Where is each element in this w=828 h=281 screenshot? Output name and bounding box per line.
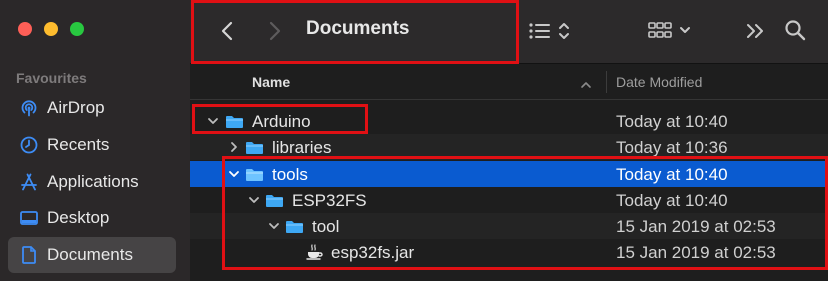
chevron-right-icon [269, 21, 281, 41]
file-name: tool [312, 217, 340, 236]
jar-file-icon [305, 244, 323, 260]
file-date: Today at 10:40 [616, 165, 728, 184]
chevron-left-icon [221, 21, 233, 41]
file-date: Today at 10:40 [616, 112, 728, 131]
desktop-icon [18, 209, 40, 227]
more-toolbar-button[interactable] [743, 18, 767, 44]
back-button[interactable] [216, 18, 238, 44]
close-window-button[interactable] [18, 22, 32, 36]
column-name-header[interactable]: Name [252, 74, 290, 90]
folder-icon [225, 114, 244, 129]
column-header: Name Date Modified [190, 64, 828, 100]
search-button[interactable] [782, 17, 808, 43]
chevron-down-icon[interactable] [268, 220, 280, 232]
sort-chevron-icon[interactable] [580, 76, 592, 94]
file-date: 15 Jan 2019 at 02:53 [616, 217, 776, 236]
window-title: Documents [306, 18, 410, 39]
applications-icon [18, 172, 40, 192]
grid-icon [648, 22, 690, 38]
toolbar: Documents [190, 0, 828, 64]
file-row-arduino[interactable]: Arduino Today at 10:40 [190, 108, 828, 134]
sidebar-heading-favourites: Favourites [16, 70, 87, 86]
sidebar-item-label: Applications [47, 172, 139, 191]
file-row-tools[interactable]: tools Today at 10:40 [190, 161, 828, 187]
double-chevron-icon [747, 24, 763, 38]
folder-icon [285, 219, 304, 234]
sidebar-item-recents[interactable]: Recents [8, 127, 176, 163]
document-icon [18, 245, 40, 265]
search-icon [785, 20, 806, 41]
sidebar-item-label: Recents [47, 135, 110, 154]
chevron-right-icon[interactable] [228, 141, 240, 153]
clock-icon [18, 135, 40, 155]
group-button[interactable] [646, 18, 696, 44]
column-date-modified-header[interactable]: Date Modified [616, 74, 702, 90]
chevron-down-icon[interactable] [248, 194, 260, 206]
forward-button[interactable] [264, 18, 286, 44]
folder-icon [265, 193, 284, 208]
view-options-button[interactable] [526, 18, 574, 44]
sidebar-item-applications[interactable]: Applications [8, 164, 176, 200]
airdrop-icon [18, 98, 40, 118]
column-divider[interactable] [606, 71, 607, 93]
file-date: Today at 10:36 [616, 138, 728, 157]
chevron-down-icon[interactable] [228, 168, 240, 180]
sidebar-item-airdrop[interactable]: AirDrop [8, 90, 176, 126]
file-name: libraries [272, 138, 332, 157]
file-row-tool[interactable]: tool 15 Jan 2019 at 02:53 [190, 213, 828, 239]
list-icon [529, 23, 569, 39]
file-date: 15 Jan 2019 at 02:53 [616, 243, 776, 262]
file-name: ESP32FS [292, 191, 367, 210]
folder-icon [245, 140, 264, 155]
file-row-esp32fs-jar[interactable]: esp32fs.jar 15 Jan 2019 at 02:53 [190, 239, 828, 265]
sidebar-item-label: Desktop [47, 208, 110, 227]
file-name: Arduino [252, 112, 311, 131]
file-name: esp32fs.jar [331, 243, 415, 262]
zoom-window-button[interactable] [70, 22, 84, 36]
chevron-down-icon[interactable] [207, 115, 219, 127]
sidebar: Favourites AirDrop Recents Applications … [0, 0, 190, 281]
file-name: tools [272, 165, 308, 184]
file-row-libraries[interactable]: libraries Today at 10:36 [190, 134, 828, 160]
sidebar-item-documents[interactable]: Documents [8, 237, 176, 273]
sidebar-item-label: AirDrop [47, 98, 105, 117]
file-row-esp32fs[interactable]: ESP32FS Today at 10:40 [190, 187, 828, 213]
minimize-window-button[interactable] [44, 22, 58, 36]
sidebar-item-desktop[interactable]: Desktop [8, 200, 176, 236]
folder-icon [245, 167, 264, 182]
sidebar-item-label: Documents [47, 245, 133, 264]
file-date: Today at 10:40 [616, 191, 728, 210]
